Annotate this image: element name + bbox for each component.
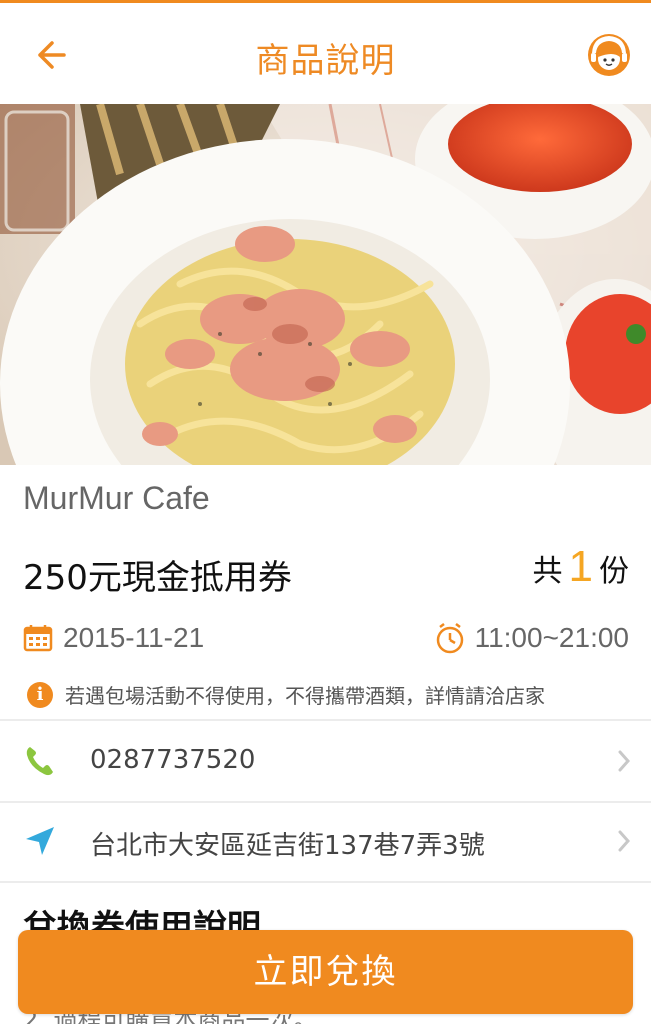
quantity-suffix: 份	[599, 554, 629, 589]
quantity-prefix: 共	[532, 554, 563, 589]
usage-notice: i 若遇包場活動不得使用，不得攜帶酒類，詳情請洽店家	[27, 680, 545, 709]
notice-text: 若遇包場活動不得使用，不得攜帶酒類，詳情請洽店家	[65, 684, 545, 708]
divider	[0, 719, 651, 721]
product-photo	[0, 104, 651, 465]
business-hours: 11:00~21:00	[435, 620, 629, 656]
customer-service-icon[interactable]	[585, 31, 633, 79]
quantity-value: 1	[568, 542, 593, 591]
top-bar: 商品說明	[0, 0, 651, 104]
valid-date: 2015-11-21	[23, 620, 204, 656]
calendar-icon	[23, 625, 53, 652]
page-title: 商品說明	[255, 41, 396, 81]
coupon-title: 250元現金抵用券	[23, 558, 292, 598]
address-text: 台北市大安區延吉街137巷7弄3號	[90, 831, 485, 861]
address-row[interactable]: 台北市大安區延吉街137巷7弄3號	[0, 803, 651, 881]
location-arrow-icon	[26, 827, 54, 855]
shop-name: MurMur Cafe	[23, 480, 210, 516]
quantity: 共1份	[533, 542, 629, 592]
clock-icon	[436, 623, 463, 654]
chevron-right-icon	[618, 750, 631, 772]
phone-row[interactable]: 0287737520	[0, 723, 651, 801]
time-text: 11:00~21:00	[474, 622, 629, 653]
chevron-right-icon	[618, 830, 631, 852]
divider	[0, 881, 651, 883]
info-icon: i	[27, 681, 53, 708]
date-text: 2015-11-21	[63, 622, 205, 653]
redeem-button[interactable]: 立即兌換	[18, 930, 633, 1014]
phone-icon	[26, 747, 53, 776]
phone-number: 0287737520	[90, 745, 256, 775]
